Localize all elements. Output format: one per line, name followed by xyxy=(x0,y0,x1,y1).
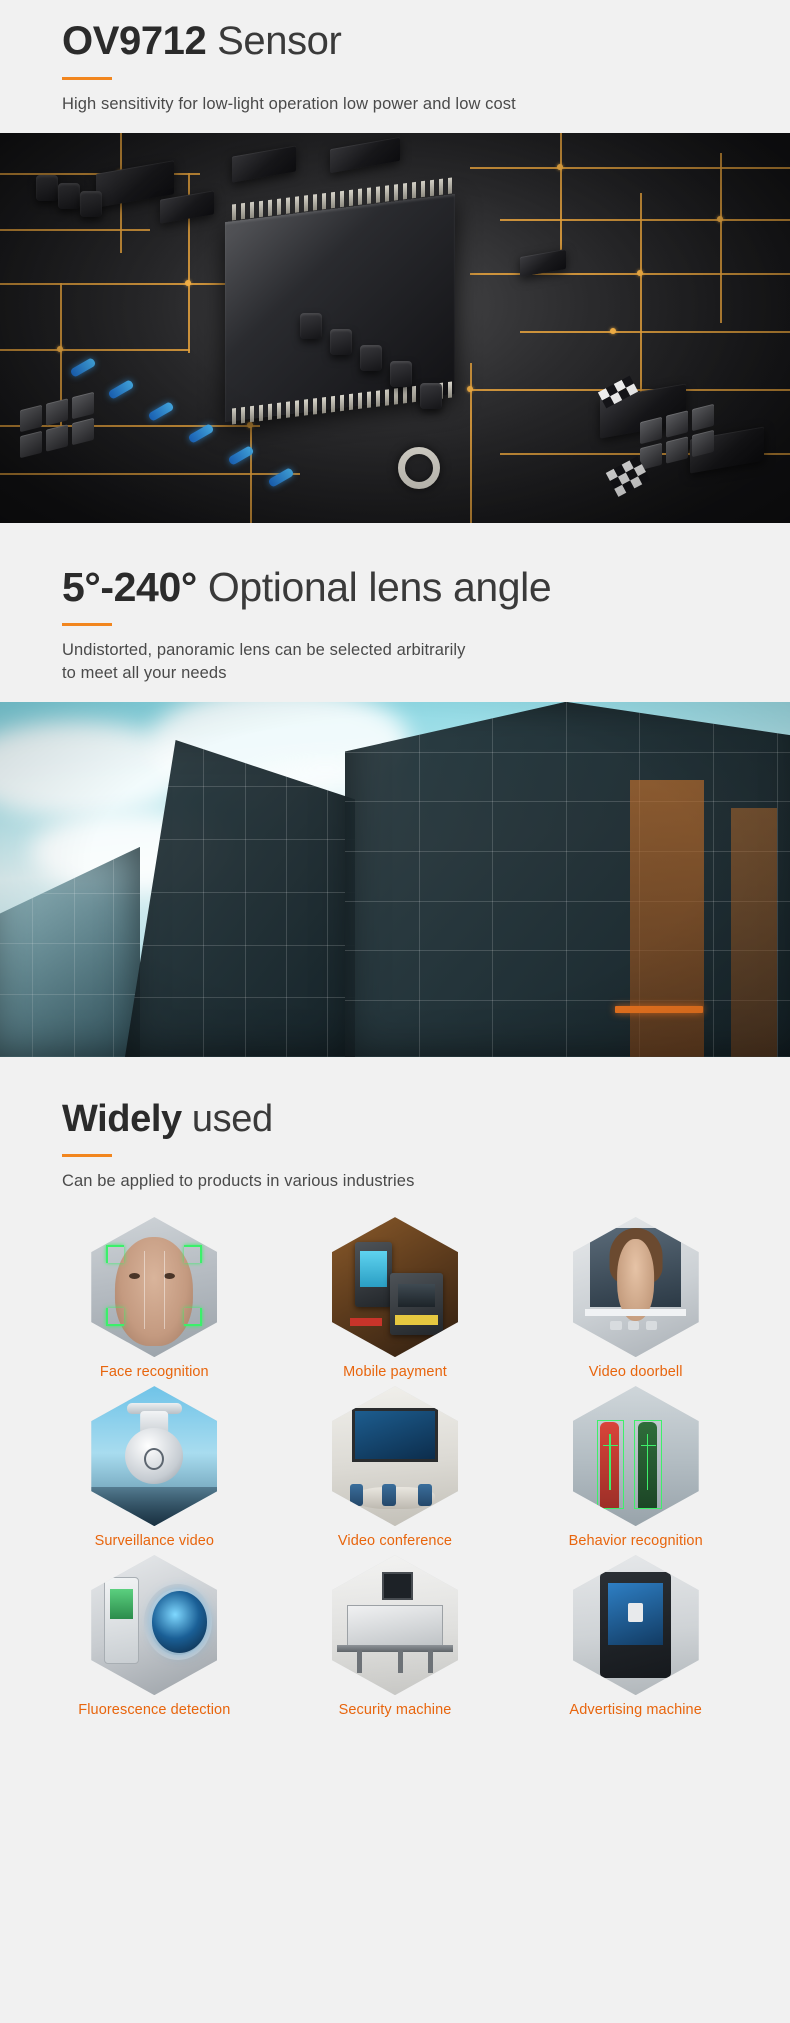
mobile-payment-thumbnail[interactable] xyxy=(331,1217,458,1358)
circuit-board-photo xyxy=(0,132,790,523)
product-detail-page: OV9712 Sensor High sensitivity for low-l… xyxy=(0,0,790,2023)
sensor-headline-light: Sensor xyxy=(206,19,342,63)
widely-headline: Widely used xyxy=(62,1097,790,1142)
application-tile-advertising-machine[interactable]: Advertising machine xyxy=(515,1555,756,1718)
widely-headline-light: used xyxy=(181,1097,273,1140)
application-label: Mobile payment xyxy=(343,1364,447,1381)
widely-subtitle: Can be applied to products in various in… xyxy=(62,1171,415,1190)
lens-accent-rule xyxy=(62,622,112,626)
sensor-head-wrap: OV9712 Sensor High sensitivity for low-l… xyxy=(0,18,790,117)
application-tile-video-doorbell[interactable]: Video doorbell xyxy=(515,1217,756,1380)
application-label: Security machine xyxy=(338,1702,452,1719)
lens-headline: 5°-240° Optional lens angle xyxy=(62,563,790,611)
lens-headline-light: Optional lens angle xyxy=(196,563,552,610)
lens-subtitle-line2: to meet all your needs xyxy=(62,664,227,683)
application-tile-fluorescence-detection[interactable]: Fluorescence detection xyxy=(34,1555,275,1718)
application-label: Fluorescence detection xyxy=(78,1702,231,1719)
lens-head-wrap: 5°-240° Optional lens angle Undistorted,… xyxy=(0,563,790,686)
sensor-subtitle: High sensitivity for low-light operation… xyxy=(62,95,516,114)
application-tile-surveillance-video[interactable]: Surveillance video xyxy=(34,1386,275,1549)
video-doorbell-thumbnail[interactable] xyxy=(572,1217,699,1358)
surveillance-video-thumbnail[interactable] xyxy=(91,1386,218,1527)
application-tile-face-recognition[interactable]: Face recognition xyxy=(34,1217,275,1380)
application-label: Video conference xyxy=(337,1533,453,1550)
application-label: Surveillance video xyxy=(94,1533,215,1550)
sensor-accent-rule xyxy=(62,77,112,81)
video-conference-thumbnail[interactable] xyxy=(331,1386,458,1527)
application-label: Advertising machine xyxy=(569,1702,702,1719)
security-machine-thumbnail[interactable] xyxy=(331,1555,458,1696)
application-tile-video-conference[interactable]: Video conference xyxy=(275,1386,516,1549)
lens-subtitle-line1: Undistorted, panoramic lens can be selec… xyxy=(62,640,466,659)
section-lens-angle: 5°-240° Optional lens angle Undistorted,… xyxy=(0,523,790,1057)
widely-head-wrap: Widely used Can be applied to products i… xyxy=(0,1097,790,1193)
application-label: Video doorbell xyxy=(588,1364,683,1381)
application-tile-mobile-payment[interactable]: Mobile payment xyxy=(275,1217,516,1380)
application-tile-security-machine[interactable]: Security machine xyxy=(275,1555,516,1718)
widely-accent-rule xyxy=(62,1153,112,1157)
lens-headline-bold: 5°-240° xyxy=(62,563,197,610)
application-grid: Face recognition Mobile payment Video do… xyxy=(0,1217,790,1718)
glass-building-photo xyxy=(0,701,790,1057)
application-tile-behavior-recognition[interactable]: Behavior recognition xyxy=(515,1386,756,1549)
face-recognition-thumbnail[interactable] xyxy=(91,1217,218,1358)
section-sensor: OV9712 Sensor High sensitivity for low-l… xyxy=(0,0,790,523)
application-label: Behavior recognition xyxy=(568,1533,703,1550)
advertising-machine-thumbnail[interactable] xyxy=(572,1555,699,1696)
widely-headline-bold: Widely xyxy=(62,1097,182,1140)
sensor-headline: OV9712 Sensor xyxy=(62,18,790,65)
application-label: Face recognition xyxy=(99,1364,209,1381)
fluorescence-detection-thumbnail[interactable] xyxy=(91,1555,218,1696)
behavior-recognition-thumbnail[interactable] xyxy=(572,1386,699,1527)
sensor-headline-bold: OV9712 xyxy=(62,19,207,63)
section-widely-used: Widely used Can be applied to products i… xyxy=(0,1057,790,1718)
